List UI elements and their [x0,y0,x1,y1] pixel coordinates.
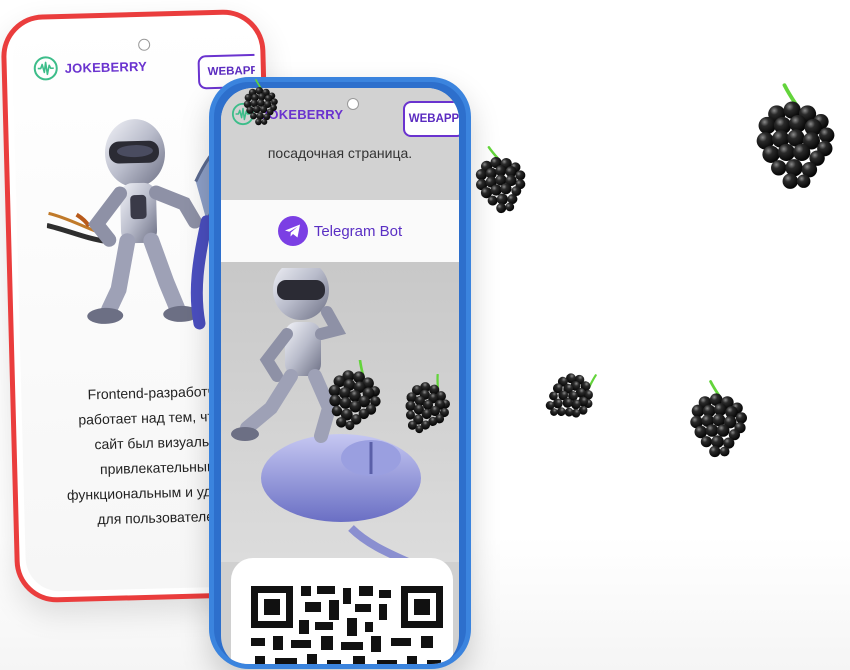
webapp-button[interactable]: WEBAPP [403,101,459,137]
sound-wave-icon [33,56,58,81]
blackberry-icon [398,374,458,436]
tagline: посадочная страница. [267,145,413,161]
camera-notch [138,38,151,51]
blackberry-icon [470,141,532,218]
telegram-bot-link[interactable]: Telegram Bot [221,200,459,262]
blackberry-icon [320,360,390,432]
brand-logo[interactable]: JOKEBERRY [32,53,147,82]
qr-code[interactable] [251,586,447,668]
qr-code-card [231,558,453,668]
blackberry-icon [536,366,610,426]
camera-notch [347,98,359,110]
telegram-bot-label: Telegram Bot [313,222,403,240]
blackberry-icon [754,83,837,191]
blackberry-icon [688,380,749,459]
blackberry-icon [242,79,279,127]
brand-name: JOKEBERRY [64,58,148,76]
telegram-icon [277,216,308,246]
